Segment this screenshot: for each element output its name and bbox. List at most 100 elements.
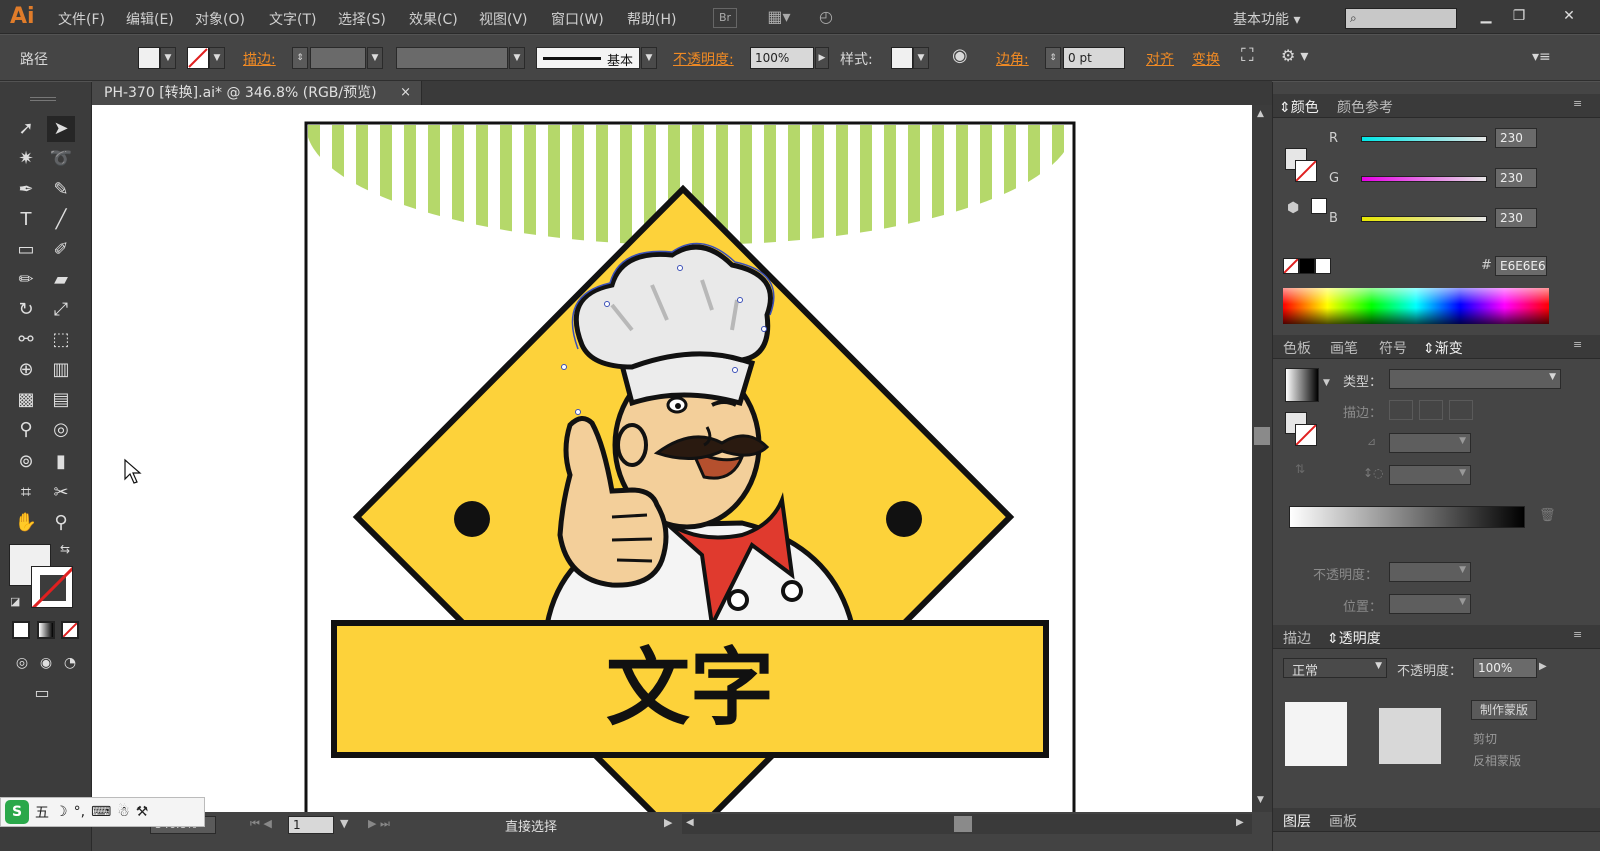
rotate-tool-icon[interactable]: ↻: [12, 297, 40, 323]
g-input[interactable]: 230: [1495, 168, 1537, 188]
restore-button[interactable]: ❐: [1505, 5, 1533, 27]
isolate-group-icon[interactable]: ⛶: [1241, 45, 1254, 66]
document-tab[interactable]: PH-370 [转换].ai* @ 346.8% (RGB/预览) ×: [92, 81, 422, 105]
gpu-performance-icon[interactable]: ◴: [814, 8, 838, 28]
tab-gradient[interactable]: ⇕渐变: [1423, 338, 1463, 358]
scroll-right-icon[interactable]: ▶: [1236, 817, 1244, 828]
toolbox-grip[interactable]: [30, 97, 56, 101]
artboard-nav-next-icon[interactable]: ▶ ⏭: [368, 817, 390, 831]
gradient-thumbnail[interactable]: [1285, 368, 1319, 402]
menu-file[interactable]: 文件(F): [58, 9, 105, 29]
select-similar-icon[interactable]: ⚙ ▾: [1281, 46, 1308, 65]
stroke-weight-input[interactable]: [310, 47, 366, 69]
make-mask-button[interactable]: 制作蒙版: [1471, 700, 1537, 720]
lasso-tool-icon[interactable]: ➰: [47, 146, 75, 172]
menu-view[interactable]: 视图(V): [479, 9, 528, 29]
pencil-tool-icon[interactable]: ✏: [12, 267, 40, 293]
clip-checkbox-label[interactable]: 剪切: [1473, 730, 1497, 747]
scroll-down-icon[interactable]: ▼: [1257, 795, 1264, 805]
ime-user-icon[interactable]: ☃: [117, 804, 130, 820]
artboard-nav-prev-icon[interactable]: ⏮ ◀: [250, 817, 272, 831]
opacity-slider-arrow[interactable]: ▶: [1539, 661, 1547, 672]
selection-tool-icon[interactable]: ➚: [12, 116, 40, 142]
scale-tool-icon[interactable]: ⤢: [47, 297, 75, 323]
rectangle-tool-icon[interactable]: ▭: [12, 237, 40, 263]
color-panel-menu-icon[interactable]: ≡: [1573, 97, 1582, 110]
curvature-tool-icon[interactable]: ✎: [47, 177, 75, 203]
corner-label[interactable]: 边角:: [996, 49, 1029, 69]
ime-halfwidth-icon[interactable]: ☽: [55, 804, 68, 820]
horizontal-scroll-thumb[interactable]: [954, 816, 972, 832]
gradient-presets-arrow[interactable]: ▼: [1323, 378, 1330, 388]
gradient-slider[interactable]: [1289, 506, 1525, 528]
screen-mode-icon[interactable]: ▭: [28, 680, 56, 706]
fill-swatch[interactable]: [138, 47, 160, 69]
ime-mode-toggle[interactable]: 五: [35, 802, 49, 822]
menu-edit[interactable]: 编辑(E): [126, 9, 174, 29]
width-tool-icon[interactable]: ⚯: [12, 327, 40, 353]
transparency-panel-menu-icon[interactable]: ≡: [1573, 628, 1582, 641]
mesh-tool-icon[interactable]: ▩: [12, 387, 40, 413]
gradient-position-field[interactable]: ▼: [1389, 594, 1471, 614]
recolor-artwork-icon[interactable]: ◉: [952, 45, 968, 66]
menu-select[interactable]: 选择(S): [338, 9, 386, 29]
tab-color[interactable]: ⇕颜色: [1279, 97, 1319, 117]
ime-punctuation-icon[interactable]: °,: [74, 804, 85, 820]
pen-tool-icon[interactable]: ✒: [12, 177, 40, 203]
tab-color-guide[interactable]: 颜色参考: [1337, 97, 1393, 117]
gradient-mode-icon[interactable]: [37, 621, 55, 639]
b-slider[interactable]: [1361, 216, 1487, 222]
search-input[interactable]: ⌕: [1345, 8, 1457, 29]
corner-input[interactable]: 0 pt: [1063, 47, 1125, 69]
graphic-style-swatch[interactable]: [891, 47, 913, 69]
tab-symbols[interactable]: 符号: [1379, 338, 1407, 358]
g-slider[interactable]: [1361, 176, 1487, 182]
b-input[interactable]: 230: [1495, 208, 1537, 228]
stroke-label[interactable]: 描边:: [243, 49, 276, 69]
align-link[interactable]: 对齐: [1146, 49, 1174, 69]
r-slider[interactable]: [1361, 136, 1487, 142]
vertical-scrollbar[interactable]: ▲ ▼: [1252, 105, 1272, 812]
opacity-label[interactable]: 不透明度:: [673, 49, 734, 69]
vertical-scroll-thumb[interactable]: [1254, 427, 1270, 445]
column-graph-tool-icon[interactable]: ▮: [47, 449, 75, 475]
graphic-style-dropdown[interactable]: ▼: [913, 47, 929, 69]
gradient-stroke-swatch[interactable]: [1295, 424, 1317, 446]
artboard-dropdown-icon[interactable]: ▼: [340, 817, 348, 830]
type-tool-icon[interactable]: T: [12, 207, 40, 233]
control-panel-menu-icon[interactable]: ▾≡: [1532, 49, 1551, 65]
fill-dropdown[interactable]: ▼: [160, 47, 176, 69]
variable-width-profile[interactable]: [396, 47, 508, 69]
profile-dropdown[interactable]: ▼: [509, 47, 525, 69]
gradient-tool-icon[interactable]: ▤: [47, 387, 75, 413]
transparency-opacity-input[interactable]: 100%: [1473, 658, 1537, 678]
stroke-across-icon[interactable]: [1449, 400, 1473, 420]
zoom-tool-icon[interactable]: ⚲: [47, 510, 75, 536]
minimize-button[interactable]: ▁: [1472, 5, 1500, 27]
web-safe-swatch[interactable]: [1311, 198, 1327, 214]
eyedropper-tool-icon[interactable]: ⚲: [12, 417, 40, 443]
color-spectrum[interactable]: [1283, 288, 1549, 324]
out-of-web-color-icon[interactable]: ⬢: [1287, 200, 1299, 216]
scroll-left-icon[interactable]: ◀: [686, 817, 694, 828]
shape-builder-tool-icon[interactable]: ⊕: [12, 357, 40, 383]
magic-wand-tool-icon[interactable]: ✷: [12, 146, 40, 172]
stroke-color-box[interactable]: [31, 566, 73, 608]
stroke-weight-dropdown[interactable]: ▼: [367, 47, 383, 69]
tab-layers[interactable]: 图层: [1283, 811, 1311, 831]
menu-effect[interactable]: 效果(C): [409, 9, 458, 29]
white-swatch[interactable]: [1315, 258, 1331, 274]
menu-window[interactable]: 窗口(W): [551, 9, 604, 29]
blend-mode-dropdown[interactable]: 正常 ▼: [1283, 658, 1387, 679]
close-window-button[interactable]: ✕: [1555, 5, 1583, 27]
artboard-number-field[interactable]: 1: [288, 816, 334, 834]
horizontal-scrollbar[interactable]: ◀ ▶: [682, 814, 1252, 834]
stroke-within-icon[interactable]: [1389, 400, 1413, 420]
menu-help[interactable]: 帮助(H): [627, 9, 676, 29]
free-transform-tool-icon[interactable]: ⬚: [47, 327, 75, 353]
symbol-sprayer-tool-icon[interactable]: ⊚: [12, 449, 40, 475]
slice-tool-icon[interactable]: ✂: [47, 480, 75, 506]
tab-brushes[interactable]: 画笔: [1330, 338, 1358, 358]
stroke-weight-stepper[interactable]: ⇕: [292, 47, 308, 69]
stroke-swatch[interactable]: [187, 47, 209, 69]
